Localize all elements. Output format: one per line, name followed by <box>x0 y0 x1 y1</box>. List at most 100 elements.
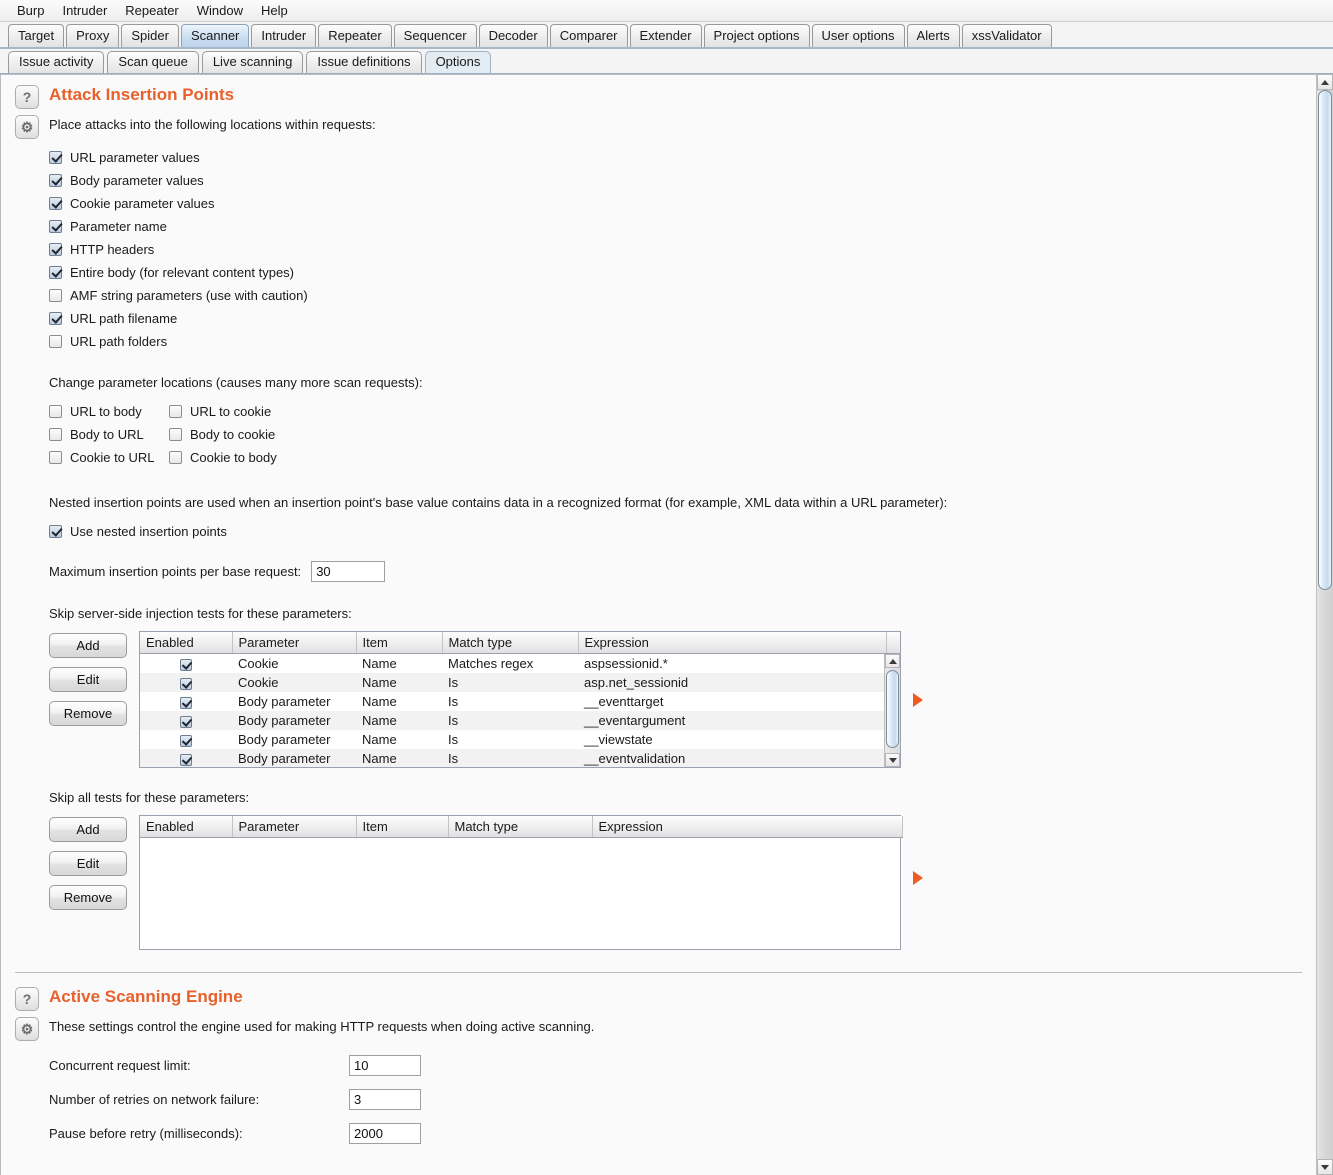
cell-enabled[interactable] <box>140 654 232 674</box>
checkbox-row-entire-body[interactable]: Entire body (for relevant content types) <box>49 261 1316 284</box>
tab-project-options[interactable]: Project options <box>703 24 810 47</box>
tab-target[interactable]: Target <box>8 24 65 47</box>
row-enabled-checkbox[interactable] <box>180 677 192 690</box>
checkbox-row-http-headers[interactable]: HTTP headers <box>49 238 1316 261</box>
menu-item-help[interactable]: Help <box>252 1 297 20</box>
cell-enabled[interactable] <box>140 711 232 730</box>
checkbox-row-body-to-url[interactable]: Body to URL <box>49 423 169 446</box>
subtab-issue-definitions[interactable]: Issue definitions <box>306 51 422 73</box>
row-enabled-checkbox[interactable] <box>180 734 192 747</box>
tab-extender[interactable]: Extender <box>629 24 702 47</box>
tab-scanner[interactable]: Scanner <box>180 24 250 47</box>
help-icon[interactable]: ? <box>15 987 39 1011</box>
checkbox-body-to-cookie[interactable] <box>169 428 182 441</box>
column-header-item[interactable]: Item <box>356 816 449 838</box>
menu-item-window[interactable]: Window <box>188 1 252 20</box>
add-button[interactable]: Add <box>49 633 127 658</box>
checkbox-url-to-body[interactable] <box>49 405 62 418</box>
pause-before-retry-input[interactable] <box>349 1122 421 1144</box>
checkbox-body-parameter-values[interactable] <box>49 174 62 187</box>
checkbox-row-parameter-name[interactable]: Parameter name <box>49 215 1316 238</box>
cell-enabled[interactable] <box>140 692 232 711</box>
help-icon[interactable]: ? <box>15 85 39 109</box>
menu-item-burp[interactable]: Burp <box>8 1 53 20</box>
checkbox-url-parameter-values[interactable] <box>49 151 62 164</box>
cell-enabled[interactable] <box>140 730 232 749</box>
checkbox-row-url-path-folders[interactable]: URL path folders <box>49 330 1316 353</box>
expand-marker-icon[interactable] <box>913 693 923 707</box>
checkbox-use-nested-insertion-points[interactable] <box>49 525 62 538</box>
checkbox-url-path-folders[interactable] <box>49 335 62 348</box>
retries-input[interactable] <box>349 1088 421 1110</box>
column-header-expression[interactable]: Expression <box>592 816 903 838</box>
skip-server-side-table[interactable]: Enabled Parameter Item Match type Expres… <box>139 631 901 768</box>
column-header-enabled[interactable]: Enabled <box>140 632 233 654</box>
menu-item-repeater[interactable]: Repeater <box>116 1 187 20</box>
tab-alerts[interactable]: Alerts <box>906 24 960 47</box>
checkbox-cookie-to-url[interactable] <box>49 451 62 464</box>
gear-icon[interactable]: ⚙ <box>15 1017 39 1041</box>
tab-xssvalidator[interactable]: xssValidator <box>961 24 1052 47</box>
scrollbar-thumb[interactable] <box>886 670 899 748</box>
scroll-up-button[interactable] <box>885 654 900 668</box>
concurrent-request-limit-input[interactable] <box>349 1054 421 1076</box>
checkbox-cookie-parameter-values[interactable] <box>49 197 62 210</box>
checkbox-entire-body[interactable] <box>49 266 62 279</box>
gear-icon[interactable]: ⚙ <box>15 115 39 139</box>
checkbox-url-to-cookie[interactable] <box>169 405 182 418</box>
scroll-down-button[interactable] <box>885 753 900 767</box>
checkbox-row-amf-string-parameters[interactable]: AMF string parameters (use with caution) <box>49 284 1316 307</box>
checkbox-row-use-nested-insertion-points[interactable]: Use nested insertion points <box>49 520 1316 543</box>
table-row[interactable]: Body parameter Name Is __eventtarget <box>140 692 900 711</box>
column-header-parameter[interactable]: Parameter <box>232 632 357 654</box>
column-header-enabled[interactable]: Enabled <box>140 816 233 838</box>
checkbox-row-url-parameter-values[interactable]: URL parameter values <box>49 146 1316 169</box>
checkbox-row-cookie-to-body[interactable]: Cookie to body <box>169 446 1316 469</box>
tab-proxy[interactable]: Proxy <box>66 24 120 47</box>
page-vertical-scrollbar[interactable] <box>1316 74 1333 1175</box>
subtab-issue-activity[interactable]: Issue activity <box>8 51 105 73</box>
tab-intruder[interactable]: Intruder <box>251 24 317 47</box>
skip-all-table[interactable]: Enabled Parameter Item Match type Expres… <box>139 815 903 950</box>
max-insertion-points-input[interactable] <box>311 561 386 582</box>
row-enabled-checkbox[interactable] <box>180 696 192 709</box>
checkbox-http-headers[interactable] <box>49 243 62 256</box>
checkbox-row-url-path-filename[interactable]: URL path filename <box>49 307 1316 330</box>
checkbox-body-to-url[interactable] <box>49 428 62 441</box>
subtab-scan-queue[interactable]: Scan queue <box>107 51 199 73</box>
checkbox-row-cookie-parameter-values[interactable]: Cookie parameter values <box>49 192 1316 215</box>
table-row[interactable]: Cookie Name Is asp.net_sessionid <box>140 673 900 692</box>
column-header-match-type[interactable]: Match type <box>442 632 579 654</box>
checkbox-url-path-filename[interactable] <box>49 312 62 325</box>
checkbox-row-body-to-cookie[interactable]: Body to cookie <box>169 423 1316 446</box>
table-row[interactable]: Body parameter Name Is __eventvalidation <box>140 749 900 767</box>
tab-comparer[interactable]: Comparer <box>549 24 628 47</box>
menu-item-intruder[interactable]: Intruder <box>53 1 116 20</box>
checkbox-row-url-to-cookie[interactable]: URL to cookie <box>169 400 1316 423</box>
checkbox-row-body-parameter-values[interactable]: Body parameter values <box>49 169 1316 192</box>
row-enabled-checkbox[interactable] <box>180 753 192 766</box>
remove-button[interactable]: Remove <box>49 701 127 726</box>
tab-sequencer[interactable]: Sequencer <box>393 24 477 47</box>
table-row[interactable]: Cookie Name Matches regex aspsessionid.* <box>140 654 900 674</box>
checkbox-row-cookie-to-url[interactable]: Cookie to URL <box>49 446 169 469</box>
tab-decoder[interactable]: Decoder <box>478 24 548 47</box>
row-enabled-checkbox[interactable] <box>180 658 192 671</box>
column-header-expression[interactable]: Expression <box>578 632 887 654</box>
scroll-up-button[interactable] <box>1317 74 1333 90</box>
remove-button[interactable]: Remove <box>49 885 127 910</box>
table-row[interactable]: Body parameter Name Is __viewstate <box>140 730 900 749</box>
checkbox-parameter-name[interactable] <box>49 220 62 233</box>
checkbox-amf-string-parameters[interactable] <box>49 289 62 302</box>
cell-enabled[interactable] <box>140 749 232 767</box>
tab-spider[interactable]: Spider <box>121 24 179 47</box>
scrollbar-thumb[interactable] <box>1318 90 1332 590</box>
tab-user-options[interactable]: User options <box>811 24 905 47</box>
edit-button[interactable]: Edit <box>49 667 127 692</box>
add-button[interactable]: Add <box>49 817 127 842</box>
column-header-parameter[interactable]: Parameter <box>232 816 357 838</box>
table-vertical-scrollbar[interactable] <box>884 654 900 767</box>
column-header-item[interactable]: Item <box>356 632 443 654</box>
row-enabled-checkbox[interactable] <box>180 715 192 728</box>
column-header-match-type[interactable]: Match type <box>448 816 593 838</box>
